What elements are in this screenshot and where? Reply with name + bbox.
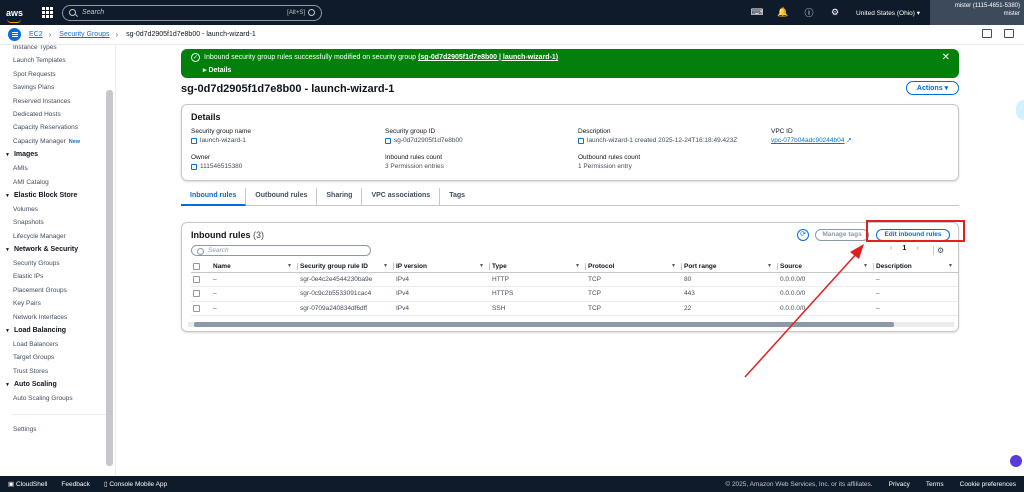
mobile-app-label: Console Mobile App: [109, 481, 168, 488]
footer: ▣ CloudShell Feedback ▯ Console Mobile A…: [0, 476, 1024, 492]
page-side-tab[interactable]: [1016, 100, 1024, 120]
assistant-icon[interactable]: [1010, 455, 1022, 467]
cloudshell-label: CloudShell: [15, 481, 48, 488]
privacy-link[interactable]: Privacy: [889, 481, 910, 488]
cookie-preferences-link[interactable]: Cookie preferences: [960, 481, 1016, 488]
mobile-app-link[interactable]: ▯ Console Mobile App: [104, 480, 167, 488]
cloudshell-link[interactable]: ▣ CloudShell: [8, 480, 47, 488]
annotation-arrow: [744, 244, 864, 378]
copyright-text: © 2025, Amazon Web Services, Inc. or its…: [725, 480, 873, 488]
terms-link[interactable]: Terms: [926, 481, 944, 488]
feedback-link[interactable]: Feedback: [61, 481, 90, 488]
